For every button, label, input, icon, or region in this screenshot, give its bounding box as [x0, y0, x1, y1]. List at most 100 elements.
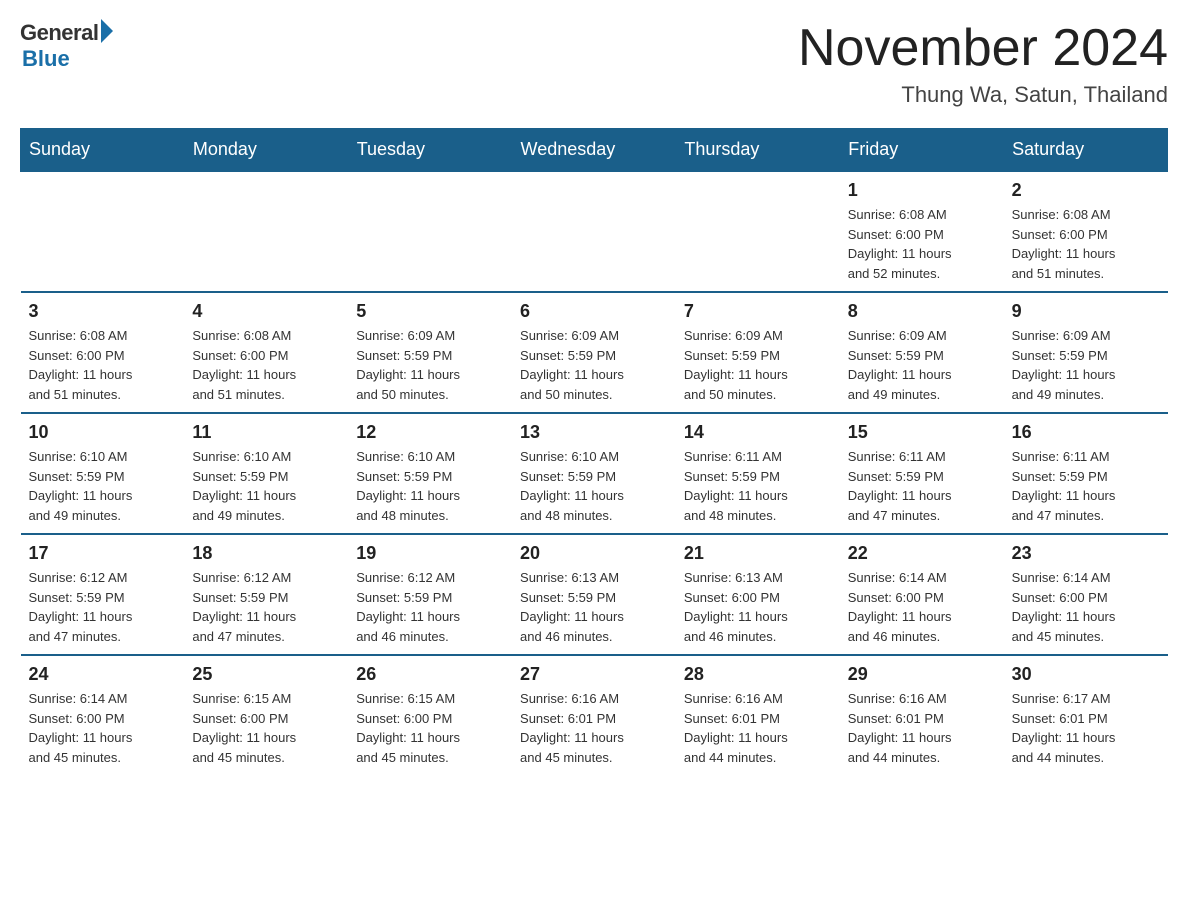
day-number: 30: [1012, 664, 1160, 685]
day-info: Sunrise: 6:09 AM Sunset: 5:59 PM Dayligh…: [848, 326, 996, 404]
calendar-cell: 29Sunrise: 6:16 AM Sunset: 6:01 PM Dayli…: [840, 655, 1004, 775]
day-info: Sunrise: 6:08 AM Sunset: 6:00 PM Dayligh…: [848, 205, 996, 283]
day-info: Sunrise: 6:12 AM Sunset: 5:59 PM Dayligh…: [356, 568, 504, 646]
day-number: 9: [1012, 301, 1160, 322]
calendar-week-row: 3 Sunrise: 6:08 AM Sunset: 6:00 PM Daylig…: [21, 292, 1168, 413]
day-number: 6: [520, 301, 668, 322]
calendar-cell: 6Sunrise: 6:09 AM Sunset: 5:59 PM Daylig…: [512, 292, 676, 413]
calendar-cell: [184, 171, 348, 292]
calendar-cell: 3 Sunrise: 6:08 AM Sunset: 6:00 PM Daylig…: [21, 292, 185, 413]
day-info: Sunrise: 6:10 AM Sunset: 5:59 PM Dayligh…: [356, 447, 504, 525]
day-info: Sunrise: 6:13 AM Sunset: 6:00 PM Dayligh…: [684, 568, 832, 646]
weekday-header-friday: Friday: [840, 129, 1004, 172]
day-info: Sunrise: 6:11 AM Sunset: 5:59 PM Dayligh…: [848, 447, 996, 525]
day-info: Sunrise: 6:16 AM Sunset: 6:01 PM Dayligh…: [684, 689, 832, 767]
day-info: Sunrise: 6:13 AM Sunset: 5:59 PM Dayligh…: [520, 568, 668, 646]
day-info: Sunrise: 6:16 AM Sunset: 6:01 PM Dayligh…: [520, 689, 668, 767]
day-number: 3: [29, 301, 177, 322]
day-info: Sunrise: 6:12 AM Sunset: 5:59 PM Dayligh…: [29, 568, 177, 646]
day-info: Sunrise: 6:09 AM Sunset: 5:59 PM Dayligh…: [684, 326, 832, 404]
calendar-cell: 4Sunrise: 6:08 AM Sunset: 6:00 PM Daylig…: [184, 292, 348, 413]
calendar-cell: 30Sunrise: 6:17 AM Sunset: 6:01 PM Dayli…: [1004, 655, 1168, 775]
day-number: 25: [192, 664, 340, 685]
calendar-cell: 9 Sunrise: 6:09 AM Sunset: 5:59 PM Daylig…: [1004, 292, 1168, 413]
day-number: 18: [192, 543, 340, 564]
logo-arrow-icon: [101, 19, 113, 43]
calendar-header-row: SundayMondayTuesdayWednesdayThursdayFrid…: [21, 129, 1168, 172]
logo: General Blue: [20, 20, 113, 72]
day-number: 21: [684, 543, 832, 564]
day-info: Sunrise: 6:09 AM Sunset: 5:59 PM Dayligh…: [356, 326, 504, 404]
calendar-cell: 2 Sunrise: 6:08 AM Sunset: 6:00 PM Daylig…: [1004, 171, 1168, 292]
calendar-cell: 26 Sunrise: 6:15 AM Sunset: 6:00 PM Dayli…: [348, 655, 512, 775]
calendar-week-row: 24 Sunrise: 6:14 AM Sunset: 6:00 PM Dayli…: [21, 655, 1168, 775]
calendar-cell: 15Sunrise: 6:11 AM Sunset: 5:59 PM Dayli…: [840, 413, 1004, 534]
day-info: Sunrise: 6:15 AM Sunset: 6:00 PM Dayligh…: [192, 689, 340, 767]
calendar-table: SundayMondayTuesdayWednesdayThursdayFrid…: [20, 128, 1168, 775]
day-number: 13: [520, 422, 668, 443]
calendar-cell: 27Sunrise: 6:16 AM Sunset: 6:01 PM Dayli…: [512, 655, 676, 775]
weekday-header-sunday: Sunday: [21, 129, 185, 172]
weekday-header-thursday: Thursday: [676, 129, 840, 172]
day-number: 28: [684, 664, 832, 685]
day-number: 14: [684, 422, 832, 443]
month-title: November 2024: [798, 20, 1168, 77]
day-number: 11: [192, 422, 340, 443]
calendar-cell: 28 Sunrise: 6:16 AM Sunset: 6:01 PM Dayli…: [676, 655, 840, 775]
calendar-cell: 7 Sunrise: 6:09 AM Sunset: 5:59 PM Daylig…: [676, 292, 840, 413]
day-info: Sunrise: 6:14 AM Sunset: 6:00 PM Dayligh…: [848, 568, 996, 646]
day-number: 16: [1012, 422, 1160, 443]
day-number: 2: [1012, 180, 1160, 201]
day-number: 7: [684, 301, 832, 322]
day-number: 10: [29, 422, 177, 443]
day-number: 20: [520, 543, 668, 564]
calendar-cell: 19 Sunrise: 6:12 AM Sunset: 5:59 PM Dayli…: [348, 534, 512, 655]
calendar-week-row: 1 Sunrise: 6:08 AM Sunset: 6:00 PM Daylig…: [21, 171, 1168, 292]
day-info: Sunrise: 6:08 AM Sunset: 6:00 PM Dayligh…: [1012, 205, 1160, 283]
calendar-cell: 13 Sunrise: 6:10 AM Sunset: 5:59 PM Dayli…: [512, 413, 676, 534]
day-number: 26: [356, 664, 504, 685]
calendar-cell: [512, 171, 676, 292]
calendar-week-row: 10 Sunrise: 6:10 AM Sunset: 5:59 PM Dayli…: [21, 413, 1168, 534]
calendar-cell: 14 Sunrise: 6:11 AM Sunset: 5:59 PM Dayli…: [676, 413, 840, 534]
day-number: 5: [356, 301, 504, 322]
day-info: Sunrise: 6:14 AM Sunset: 6:00 PM Dayligh…: [1012, 568, 1160, 646]
day-number: 12: [356, 422, 504, 443]
weekday-header-tuesday: Tuesday: [348, 129, 512, 172]
day-info: Sunrise: 6:12 AM Sunset: 5:59 PM Dayligh…: [192, 568, 340, 646]
day-info: Sunrise: 6:14 AM Sunset: 6:00 PM Dayligh…: [29, 689, 177, 767]
day-info: Sunrise: 6:10 AM Sunset: 5:59 PM Dayligh…: [520, 447, 668, 525]
calendar-cell: 5 Sunrise: 6:09 AM Sunset: 5:59 PM Daylig…: [348, 292, 512, 413]
day-number: 24: [29, 664, 177, 685]
title-section: November 2024 Thung Wa, Satun, Thailand: [798, 20, 1168, 108]
weekday-header-saturday: Saturday: [1004, 129, 1168, 172]
calendar-cell: 21 Sunrise: 6:13 AM Sunset: 6:00 PM Dayli…: [676, 534, 840, 655]
day-info: Sunrise: 6:09 AM Sunset: 5:59 PM Dayligh…: [1012, 326, 1160, 404]
location-title: Thung Wa, Satun, Thailand: [798, 82, 1168, 108]
day-number: 29: [848, 664, 996, 685]
calendar-cell: [21, 171, 185, 292]
calendar-cell: 23Sunrise: 6:14 AM Sunset: 6:00 PM Dayli…: [1004, 534, 1168, 655]
calendar-cell: 18 Sunrise: 6:12 AM Sunset: 5:59 PM Dayli…: [184, 534, 348, 655]
calendar-week-row: 17 Sunrise: 6:12 AM Sunset: 5:59 PM Dayli…: [21, 534, 1168, 655]
day-info: Sunrise: 6:11 AM Sunset: 5:59 PM Dayligh…: [684, 447, 832, 525]
day-number: 1: [848, 180, 996, 201]
calendar-cell: [348, 171, 512, 292]
day-number: 22: [848, 543, 996, 564]
weekday-header-wednesday: Wednesday: [512, 129, 676, 172]
calendar-cell: 8 Sunrise: 6:09 AM Sunset: 5:59 PM Daylig…: [840, 292, 1004, 413]
logo-blue-text: Blue: [22, 46, 70, 72]
calendar-cell: 22 Sunrise: 6:14 AM Sunset: 6:00 PM Dayli…: [840, 534, 1004, 655]
day-info: Sunrise: 6:08 AM Sunset: 6:00 PM Dayligh…: [29, 326, 177, 404]
calendar-cell: 20 Sunrise: 6:13 AM Sunset: 5:59 PM Dayli…: [512, 534, 676, 655]
calendar-cell: 25 Sunrise: 6:15 AM Sunset: 6:00 PM Dayli…: [184, 655, 348, 775]
day-number: 4: [192, 301, 340, 322]
day-info: Sunrise: 6:15 AM Sunset: 6:00 PM Dayligh…: [356, 689, 504, 767]
logo-general-text: General: [20, 20, 98, 46]
day-number: 8: [848, 301, 996, 322]
day-info: Sunrise: 6:10 AM Sunset: 5:59 PM Dayligh…: [192, 447, 340, 525]
day-number: 17: [29, 543, 177, 564]
day-number: 19: [356, 543, 504, 564]
calendar-cell: 24 Sunrise: 6:14 AM Sunset: 6:00 PM Dayli…: [21, 655, 185, 775]
calendar-cell: 10Sunrise: 6:10 AM Sunset: 5:59 PM Dayli…: [21, 413, 185, 534]
